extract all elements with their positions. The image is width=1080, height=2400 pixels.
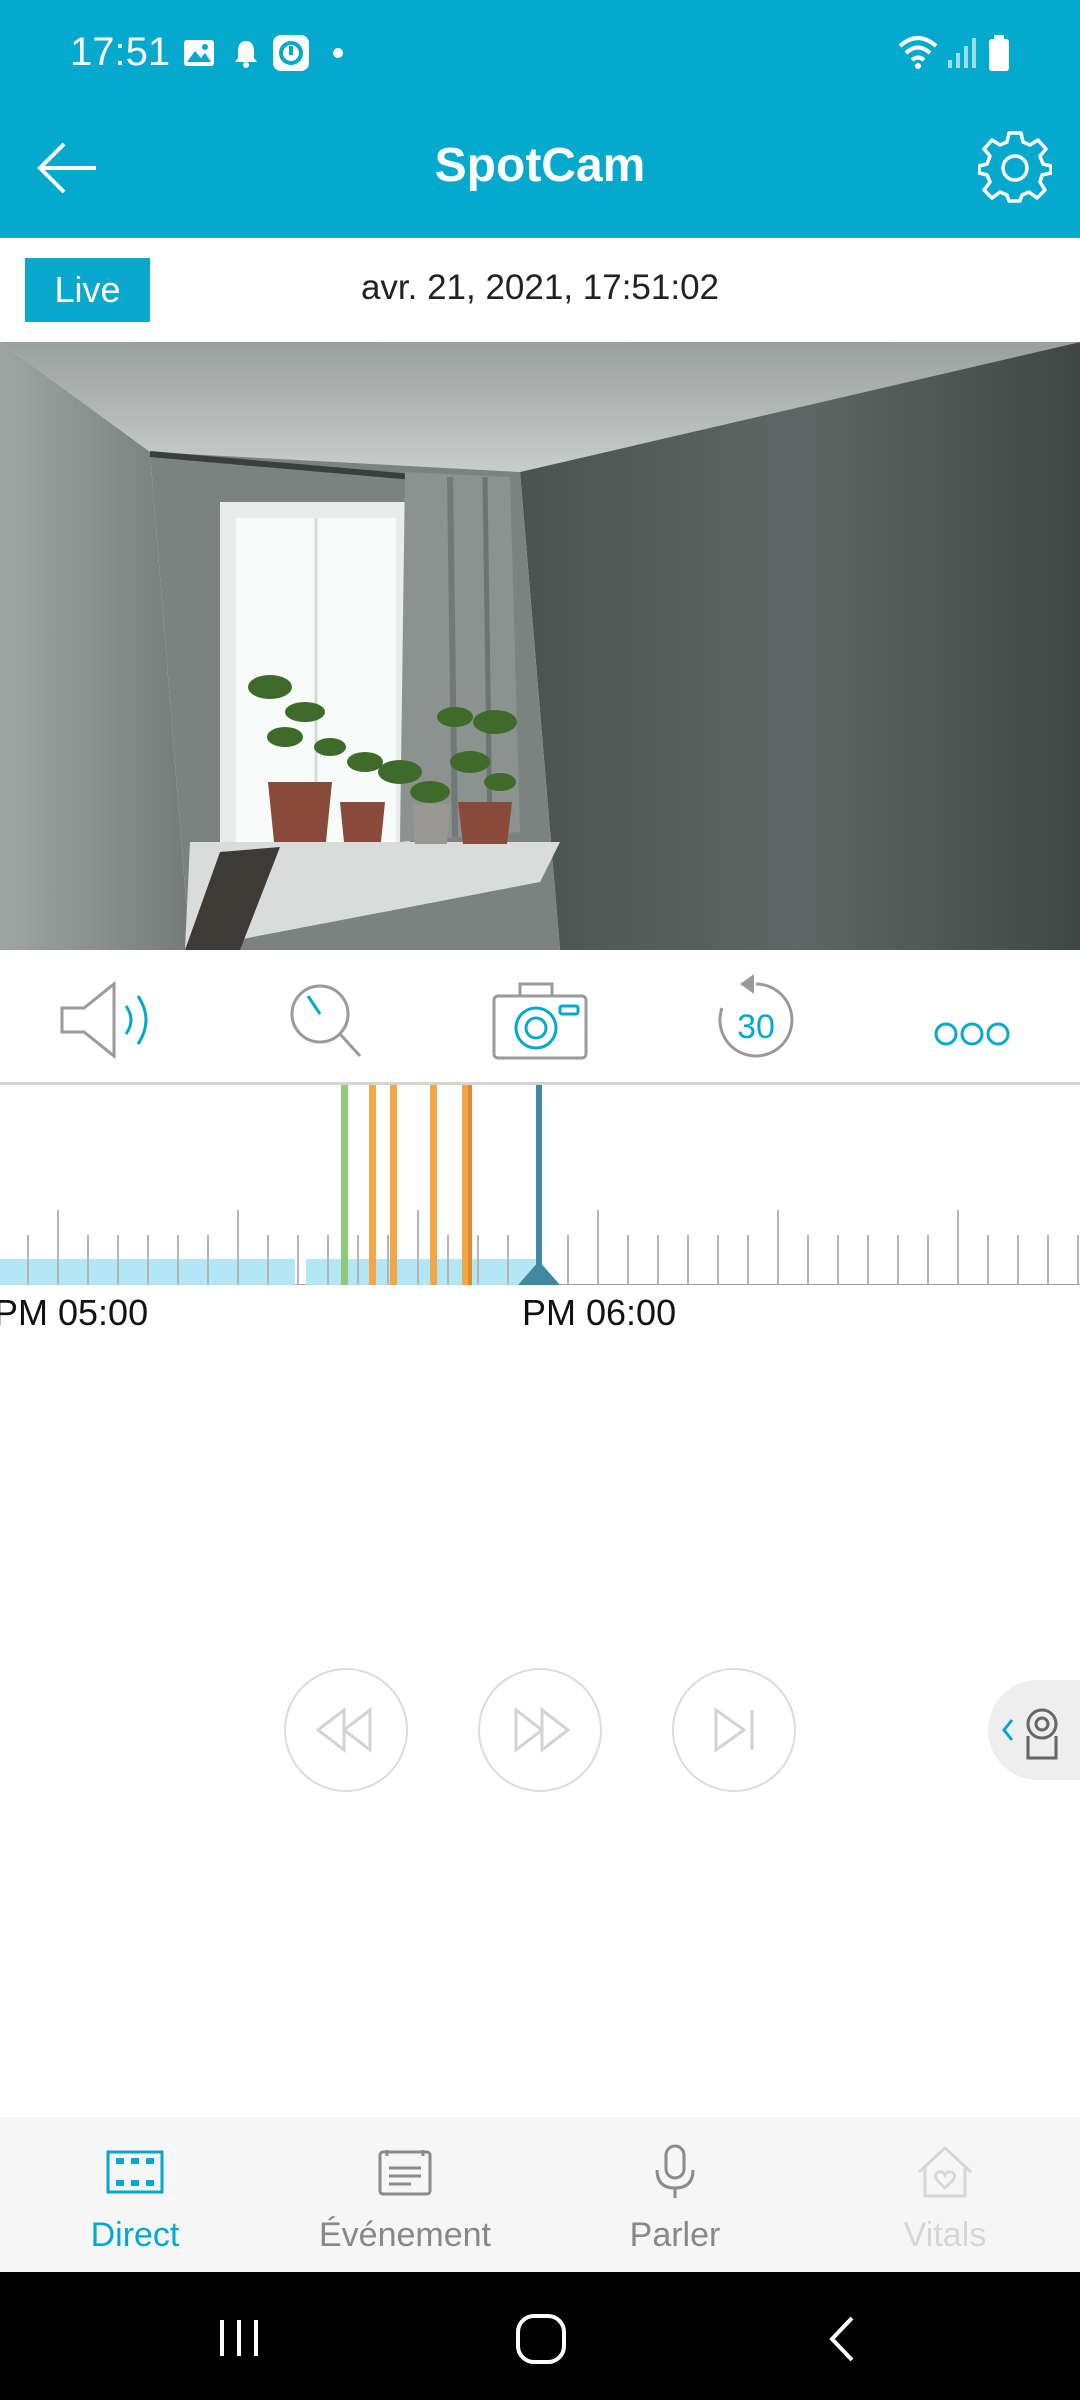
film-icon — [106, 2150, 164, 2194]
playhead — [536, 1085, 542, 1285]
fast-forward-button[interactable] — [478, 1668, 602, 1792]
sound-event-marker — [462, 1085, 469, 1285]
wifi-icon — [898, 36, 938, 69]
nav-vitals[interactable]: Vitals — [810, 2117, 1080, 2272]
home-icon[interactable] — [514, 2312, 568, 2366]
camera-switcher-tab[interactable] — [988, 1680, 1080, 1780]
microphone-icon — [655, 2144, 695, 2198]
video-controls: 30 — [0, 950, 1080, 1082]
current-datetime: avr. 21, 2021, 17:51:02 — [360, 268, 720, 307]
home-heart-icon — [917, 2145, 973, 2198]
sound-event-marker — [390, 1085, 397, 1285]
gallery-icon — [184, 40, 214, 66]
timeline-label-pm-05: PM 05:00 — [0, 1292, 149, 1333]
nav-vitals-label: Vitals — [903, 2216, 987, 2254]
fast-forward-icon — [514, 1706, 571, 1754]
battery-icon — [989, 35, 1009, 71]
nav-direct-label: Direct — [90, 2216, 180, 2254]
app-notification-icon — [273, 35, 309, 71]
sound-event-marker — [369, 1085, 376, 1285]
camera-person-icon — [1002, 1708, 1058, 1760]
zoom-icon[interactable] — [264, 970, 384, 1070]
rewind-button[interactable] — [284, 1668, 408, 1792]
status-time: 17:51 — [70, 30, 171, 74]
back-icon[interactable] — [822, 2314, 862, 2364]
event-list-icon — [378, 2150, 432, 2196]
timeline-label-pm-06: PM 06:00 — [522, 1292, 677, 1333]
sound-event-marker — [468, 1085, 472, 1285]
nav-parler[interactable]: Parler — [540, 2117, 810, 2272]
recent-apps-icon[interactable] — [214, 2316, 264, 2360]
nav-evenement[interactable]: Événement — [270, 2117, 540, 2272]
speaker-icon[interactable] — [50, 970, 170, 1070]
skip-next-icon — [714, 1707, 754, 1753]
nav-parler-label: Parler — [629, 2216, 721, 2254]
dot-icon — [333, 48, 343, 58]
rewind-30-label: 30 — [737, 1008, 775, 1046]
skip-next-button[interactable] — [672, 1668, 796, 1792]
camera-video-feed[interactable] — [0, 342, 1080, 950]
recording-timeline[interactable]: PM 05:00 PM 06:00 — [0, 1085, 1080, 1335]
app-header: SpotCam — [0, 108, 1080, 238]
sound-event-marker — [430, 1085, 437, 1285]
bell-icon — [235, 41, 257, 68]
system-navigation-bar — [0, 2272, 1080, 2400]
nav-evenement-label: Événement — [319, 2216, 491, 2254]
gear-icon[interactable] — [978, 130, 1052, 204]
nav-direct[interactable]: Direct — [0, 2117, 270, 2272]
camera-snapshot-icon[interactable] — [480, 970, 600, 1070]
bottom-navigation: Direct Événement Parler Vitals — [0, 2117, 1080, 2272]
recording-segment — [306, 1259, 536, 1285]
page-title: SpotCam — [434, 139, 646, 192]
signal-icon — [948, 38, 976, 68]
status-bar: 17:51 — [0, 0, 1080, 108]
rewind-30-button[interactable]: 30 — [696, 970, 816, 1070]
rewind-icon — [315, 1706, 372, 1754]
motion-event-marker — [341, 1085, 348, 1285]
more-icon[interactable] — [912, 970, 1032, 1070]
